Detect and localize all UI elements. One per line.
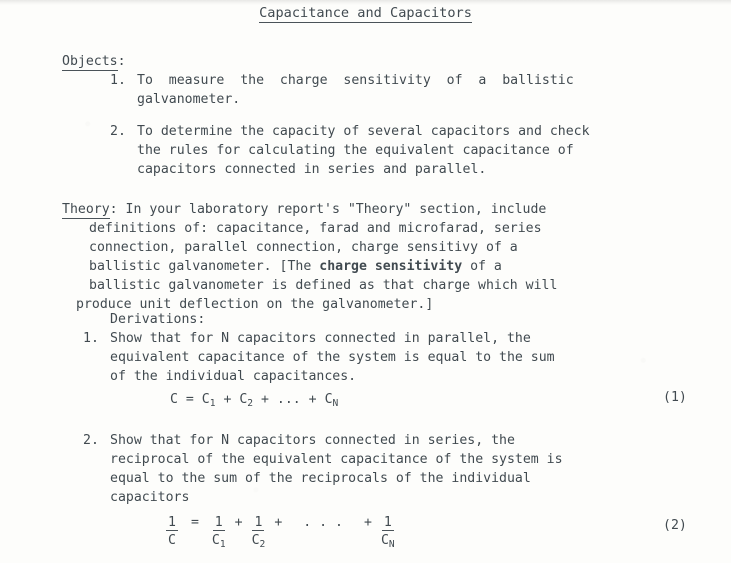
equation-1-equals: = — [177, 392, 202, 407]
equation-1-term-1: C — [201, 392, 210, 407]
derivations-item-2-number: 2. — [83, 433, 99, 448]
derivations-item-1-line-2: equivalent capacitance of the system is … — [110, 350, 555, 365]
objects-label: Objects — [62, 54, 118, 71]
derivations-item-2-line-4: capacitors — [110, 490, 190, 505]
equation-1-plus-2: + — [253, 392, 277, 407]
page-title: Capacitance and Capacitors — [0, 4, 731, 23]
objects-item-1-line-1: To measure the charge sensitivity of a b… — [137, 73, 574, 88]
equation-2-fraction-n-numerator: 1 — [381, 515, 394, 531]
equation-2-fraction-n-denominator-base: C — [380, 533, 389, 548]
theory-bold-phrase: charge sensitivity — [319, 259, 463, 274]
equation-2-fraction-n: 1 CN — [381, 515, 395, 552]
equation-2-fraction-1-denominator: C1 — [212, 531, 226, 552]
derivations-item-1-line-3: of the individual capacitances. — [110, 369, 357, 384]
equation-1-lhs: C — [170, 392, 178, 407]
section-heading-theory: Theory: In your laboratory report's "The… — [62, 200, 546, 219]
equation-2-fraction-2-denominator-subscript: 2 — [259, 539, 266, 551]
objects-item-2-number: 2. — [110, 124, 126, 139]
theory-line-3: connection, parallel connection, charge … — [89, 240, 518, 255]
theory-label: Theory — [62, 202, 110, 219]
equation-2-fraction-1-numerator: 1 — [212, 515, 225, 531]
equation-2-ellipsis: . . . — [303, 515, 343, 530]
equation-2-fraction-2-numerator: 1 — [252, 515, 265, 531]
equation-2-fraction-lhs-denominator: C — [168, 533, 176, 548]
theory-label-colon: : — [109, 202, 118, 217]
objects-label-colon: : — [117, 54, 126, 69]
theory-line-1: In your laboratory report's "Theory" sec… — [117, 202, 547, 217]
equation-2-fraction-1: 1 C1 — [212, 515, 226, 552]
equation-2-fraction-2-denominator: C2 — [252, 531, 266, 552]
objects-item-2-line-3: capacitors connected in series and paral… — [137, 162, 487, 177]
equation-1-plus-3: + — [300, 392, 325, 407]
equation-2-plus-3: + — [363, 515, 372, 530]
theory-line-4-head: ballistic galvanometer. [The — [89, 259, 320, 274]
equation-2-plus-1: + — [234, 515, 243, 530]
equation-2-fraction-1-denominator-subscript: 1 — [219, 539, 226, 551]
section-heading-objects: Objects: — [62, 52, 126, 71]
equation-2-number: (2) — [663, 518, 687, 533]
equation-1: C = C1 + C2 + ... + CN — [170, 390, 338, 413]
page-title-text: Capacitance and Capacitors — [259, 5, 472, 23]
objects-item-2-line-2: the rules for calculating the equivalent… — [137, 143, 574, 158]
derivations-item-2-line-1: Show that for N capacitors connected in … — [110, 433, 515, 448]
derivations-item-1-line-1: Show that for N capacitors connected in … — [110, 331, 531, 346]
equation-2-fraction-lhs: 1 C — [166, 515, 178, 548]
derivations-item-2-line-3: equal to the sum of the reciprocals of t… — [110, 471, 531, 486]
objects-item-1-line-2: galvanometer. — [137, 92, 241, 107]
equation-1-ellipsis: ... — [276, 392, 301, 407]
equation-2: 1 C = 1 C1 + 1 C2 + . . . + 1 CN — [166, 515, 395, 552]
equation-2-fraction-2: 1 C2 — [252, 515, 266, 552]
theory-line-2: definitions of: capacitance, farad and m… — [89, 221, 542, 236]
equation-2-fraction-n-denominator-subscript: N — [388, 539, 395, 551]
derivations-item-1-number: 1. — [83, 331, 99, 346]
theory-line-4: ballistic galvanometer. [The charge sens… — [89, 257, 502, 276]
equation-2-fraction-1-denominator-base: C — [211, 533, 220, 548]
equation-2-equals: = — [190, 515, 199, 530]
theory-line-5: ballistic galvanometer is defined as tha… — [89, 278, 558, 293]
equation-1-term-n: C — [324, 392, 333, 407]
equation-2-fraction-lhs-numerator: 1 — [166, 515, 178, 531]
equation-2-fraction-2-denominator-base: C — [251, 533, 260, 548]
equation-1-term-n-subscript: N — [332, 398, 339, 410]
derivations-item-2-line-2: reciprocal of the equivalent capacitance… — [110, 452, 563, 467]
objects-item-2-line-1: To determine the capacity of several cap… — [137, 124, 590, 139]
section-heading-derivations: Derivations: — [110, 312, 206, 327]
scanned-page: Capacitance and Capacitors Objects: 1. T… — [0, 0, 731, 563]
equation-1-number: (1) — [663, 390, 687, 405]
equation-2-fraction-n-denominator: CN — [381, 531, 395, 552]
objects-item-1-number: 1. — [110, 73, 126, 88]
theory-line-4-tail: of a — [462, 259, 502, 274]
equation-1-plus-1: + — [215, 392, 240, 407]
equation-2-plus-2: + — [274, 515, 283, 530]
